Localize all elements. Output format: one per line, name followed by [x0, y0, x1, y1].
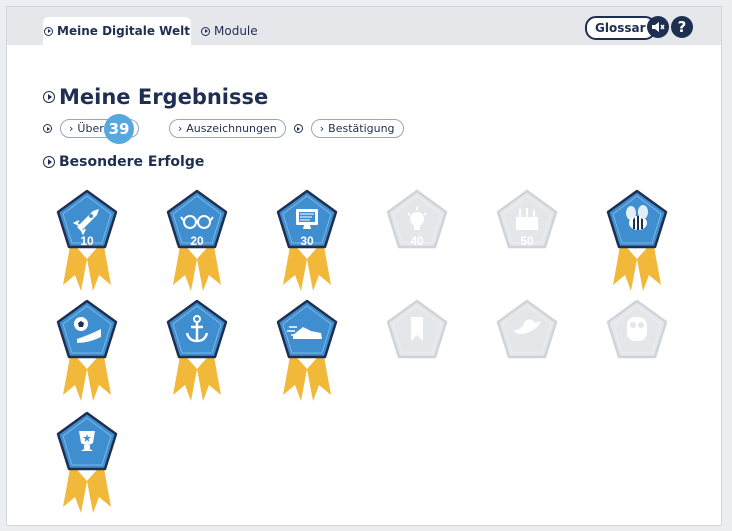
award-label: 50 — [520, 234, 534, 248]
tab-label: Module — [214, 24, 258, 38]
rocket-icon: 10 — [56, 189, 118, 291]
award-label: 20 — [190, 234, 204, 248]
play-circle-icon — [43, 91, 55, 103]
award-medal — [605, 187, 669, 299]
award-label: 30 — [300, 234, 314, 248]
glossar-button[interactable]: Glossar — [585, 16, 656, 40]
award-medal: 40 — [385, 187, 449, 299]
chevron-right-icon: › — [319, 122, 325, 135]
tab-label: Meine Digitale Welt — [57, 24, 190, 38]
award-label: 40 — [410, 234, 424, 248]
play-circle-icon — [201, 26, 210, 36]
tab-meine-digitale-welt[interactable]: Meine Digitale Welt — [43, 17, 191, 45]
section-title-text: Besondere Erfolge — [59, 154, 205, 170]
award-medal — [165, 297, 229, 409]
play-circle-icon — [293, 124, 303, 133]
bee-icon — [606, 189, 668, 291]
award-medal — [55, 297, 119, 409]
award-medal — [385, 297, 449, 409]
lightbulb-icon: 40 — [386, 189, 448, 249]
toolbox-icon: 50 — [496, 189, 558, 249]
section-title: Besondere Erfolge — [43, 154, 204, 170]
breadcrumb: › Übersicht › Auszeichnungen › Bestätigu… — [43, 119, 404, 138]
help-icon[interactable]: ? — [671, 16, 693, 38]
tab-module[interactable]: Module — [201, 17, 258, 45]
anchor-icon — [166, 299, 228, 401]
owl-icon — [606, 299, 668, 359]
bird-icon — [496, 299, 558, 359]
award-medal — [275, 297, 339, 409]
award-medal: 50 — [495, 187, 559, 299]
bookmark-icon — [386, 299, 448, 359]
trophy-icon — [56, 411, 118, 513]
soccer-ball-shoe-icon — [56, 299, 118, 401]
award-medal — [605, 297, 669, 409]
award-medal: 10 — [55, 187, 119, 299]
award-medal: 20 — [165, 187, 229, 299]
play-circle-icon — [43, 124, 52, 133]
play-circle-icon — [44, 26, 54, 36]
glasses-icon: 20 — [166, 189, 228, 291]
chevron-right-icon: › — [69, 122, 74, 135]
page-title-text: Meine Ergebnisse — [59, 85, 269, 109]
page-title: Meine Ergebnisse — [43, 85, 268, 109]
award-medal — [55, 409, 119, 521]
app-frame: Meine Digitale Welt Module Glossar ? Mei… — [6, 6, 722, 526]
award-medal: 30 — [275, 187, 339, 299]
play-circle-icon — [43, 156, 55, 168]
count-badge: 39 — [104, 114, 134, 144]
running-shoe-icon — [276, 299, 338, 401]
breadcrumb-bestaetigung[interactable]: › Bestätigung — [310, 119, 404, 138]
top-navigation-bar: Meine Digitale Welt Module Glossar ? — [7, 7, 721, 45]
breadcrumb-label: Bestätigung — [328, 122, 395, 135]
breadcrumb-label: Auszeichnungen — [186, 122, 277, 135]
speaker-icon[interactable] — [647, 16, 669, 38]
computer-screen-icon: 30 — [276, 189, 338, 291]
award-medal — [495, 297, 559, 409]
breadcrumb-auszeichnungen[interactable]: › Auszeichnungen — [168, 119, 286, 138]
chevron-right-icon: › — [177, 122, 183, 135]
award-label: 10 — [80, 234, 94, 248]
